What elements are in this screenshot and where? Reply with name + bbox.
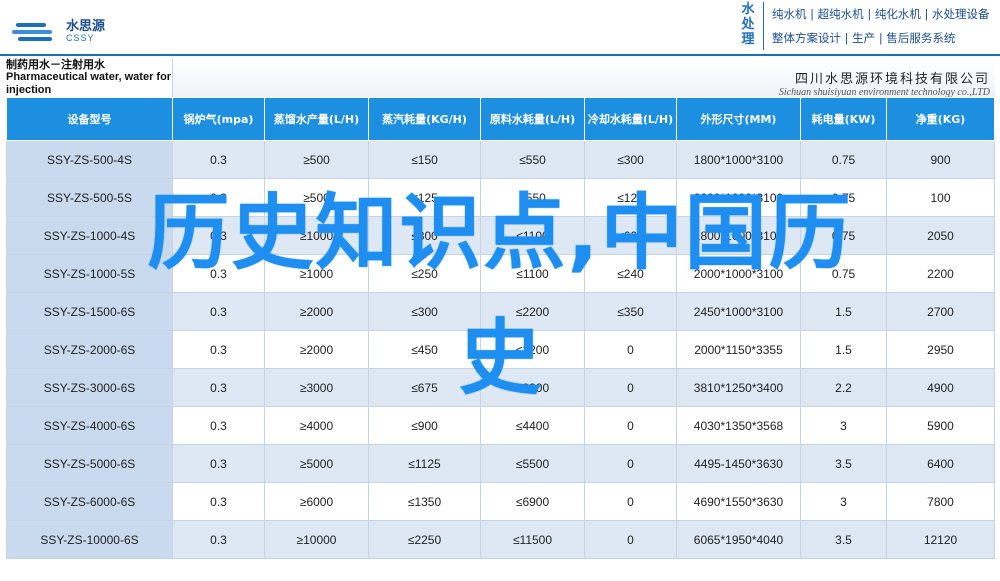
logo-abbreviation: CSSY (66, 33, 95, 44)
table-cell: ≤6900 (480, 482, 585, 521)
model-cell: SSY-ZS-5000-6S (6, 444, 173, 483)
overlay-headline: 历史知识点,中国历 (147, 186, 853, 281)
column-header: 冷却水耗量(L/H) (584, 97, 677, 141)
slogan-vertical-label: 水处理 (737, 2, 764, 50)
table-title: 制药用水－注射用水 Pharmaceutical water, water fo… (6, 58, 172, 97)
column-header: 耗电量(KW) (800, 97, 887, 141)
table-cell: ≤1350 (368, 482, 481, 521)
table-cell: 0.3 (172, 482, 265, 521)
model-cell: SSY-ZS-4000-6S (6, 406, 173, 445)
table-cell: 3 (800, 406, 887, 445)
table-cell: 4030*1350*3568 (676, 406, 801, 445)
slogan-products-line: 纯水机 | 超纯水机 | 纯化水机 | 水处理设备 (772, 7, 990, 21)
table-cell: 0.3 (172, 140, 265, 179)
table-cell: 6400 (886, 444, 995, 483)
table-cell: ≤1125 (368, 444, 481, 483)
table-cell: 12120 (886, 520, 995, 559)
table-cell: ≤550 (480, 140, 585, 179)
column-header: 蒸馏水产量(L/H) (264, 97, 369, 141)
table-row: SSY-ZS-10000-6S 0.3 ≥10000 ≤2250 ≤11500 0 6065… (6, 520, 995, 559)
table-header-row: 设备型号 锅炉气(mpa) 蒸馏水产量(L/H) 蒸汽耗量(KG/H) 原料水耗… (6, 97, 995, 141)
table-cell: 6065*1950*4040 (676, 520, 801, 559)
table-cell: 3.5 (800, 520, 887, 559)
column-header: 设备型号 (6, 97, 173, 141)
table-cell: 0 (584, 482, 677, 521)
table-cell: ≥6000 (264, 482, 369, 521)
table-row: SSY-ZS-500-4S 0.3 ≥500 ≤150 ≤550 ≤300 1800*100… (6, 140, 995, 179)
table-cell: 0.3 (172, 444, 265, 483)
table-cell: ≤300 (584, 140, 677, 179)
table-cell: ≥5000 (264, 444, 369, 483)
table-cell: ≤4400 (480, 406, 585, 445)
service-slogan: 水处理 纯水机 | 超纯水机 | 纯化水机 | 水处理设备 整体方案设计 | 生… (737, 2, 990, 50)
column-header: 原料水耗量(L/H) (480, 97, 585, 141)
table-row: SSY-ZS-4000-6S 0.3 ≥4000 ≤900 ≤4400 0 4030*135… (6, 406, 995, 445)
table-row: SSY-ZS-5000-6S 0.3 ≥5000 ≤1125 ≤5500 0 4495-14… (6, 444, 995, 483)
overlay-headline-continued: 史 (458, 311, 541, 406)
table-cell: 0 (584, 444, 677, 483)
model-cell: SSY-ZS-6000-6S (6, 482, 173, 521)
logo-name: 水思源 (66, 18, 106, 34)
table-cell: ≤150 (368, 140, 481, 179)
company-logo[interactable]: 水思源 CSSY (12, 14, 105, 50)
column-header: 锅炉气(mpa) (172, 97, 265, 141)
model-cell: SSY-ZS-10000-6S (6, 520, 173, 559)
table-title-en: Pharmaceutical water, water for injectio… (6, 71, 172, 96)
table-cell: 4690*1550*3630 (676, 482, 801, 521)
table-cell: ≥500 (264, 140, 369, 179)
column-header: 蒸汽耗量(KG/H) (368, 97, 481, 141)
table-row: SSY-ZS-6000-6S 0.3 ≥6000 ≤1350 ≤6900 0 4690*15… (6, 482, 995, 521)
table-cell: 0 (584, 406, 677, 445)
table-cell: ≥4000 (264, 406, 369, 445)
table-cell: ≤11500 (480, 520, 585, 559)
table-cell: 3 (800, 482, 887, 521)
table-title-cn: 制药用水－注射用水 (6, 58, 105, 71)
table-cell: 0.3 (172, 520, 265, 559)
table-cell: ≤2250 (368, 520, 481, 559)
table-cell: 1800*1000*3100 (676, 140, 801, 179)
table-cell: 3.5 (800, 444, 887, 483)
table-cell: ≤900 (368, 406, 481, 445)
company-name-cn: 四川水思源环境科技有限公司 (794, 72, 990, 87)
column-header: 净重(KG) (886, 97, 995, 141)
slogan-services-line: 整体方案设计 | 生产 | 售后服务系统 (772, 31, 956, 45)
header-divider (0, 54, 1000, 56)
company-name: 四川水思源环境科技有限公司 Sichuan shuisiyuan environ… (660, 68, 990, 98)
water-drop-logo-icon (12, 17, 62, 47)
table-cell: 0 (584, 520, 677, 559)
model-cell: SSY-ZS-500-4S (6, 140, 173, 179)
column-header: 外形尺寸(MM) (676, 97, 801, 141)
table-cell: 7800 (886, 482, 995, 521)
table-cell: 900 (886, 140, 995, 179)
table-cell: 5900 (886, 406, 995, 445)
table-cell: ≥10000 (264, 520, 369, 559)
table-cell: 0.75 (800, 140, 887, 179)
table-cell: 0.3 (172, 406, 265, 445)
table-cell: 4495-1450*3630 (676, 444, 801, 483)
table-cell: ≤5500 (480, 444, 585, 483)
